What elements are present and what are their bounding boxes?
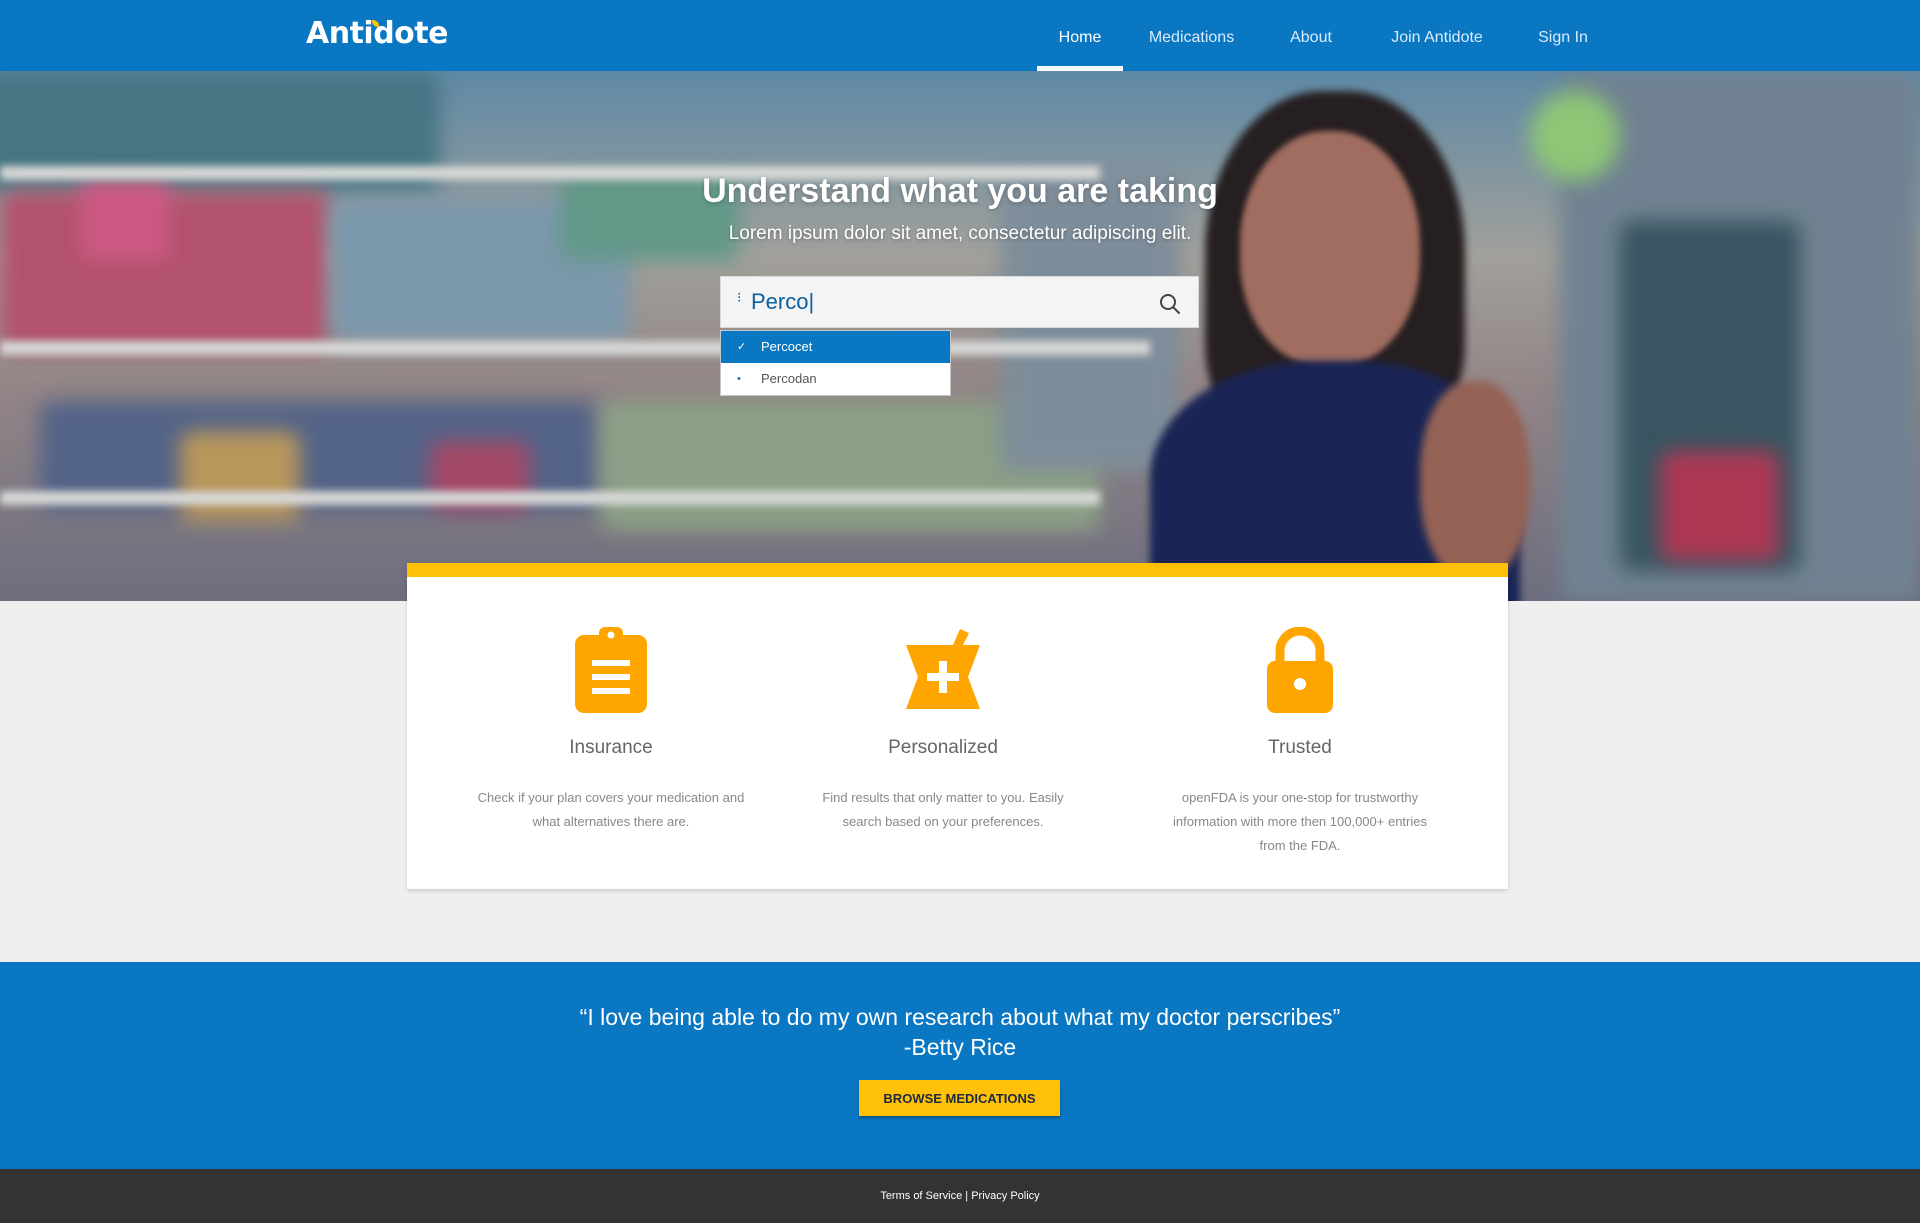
nav-link-about[interactable]: About <box>1260 0 1362 71</box>
nav-link-medications[interactable]: Medications <box>1123 0 1260 71</box>
feature-title: Trusted <box>1268 737 1332 758</box>
nav-link-join[interactable]: Join Antidote <box>1362 0 1512 71</box>
bullet-icon: • <box>737 373 741 385</box>
suggestion-label: Percocet <box>761 339 813 354</box>
feature-title: Personalized <box>888 737 998 758</box>
terms-link[interactable]: Terms of Service <box>880 1190 962 1202</box>
browse-medications-button[interactable]: BROWSE MEDICATIONS <box>859 1080 1060 1116</box>
clipboard-icon <box>575 627 647 713</box>
top-nav: Antidote Home Medications About Join Ant… <box>0 0 1920 71</box>
testimonial-quote: “I love being able to do my own research… <box>579 1004 1341 1030</box>
footer: Terms of Service | Privacy Policy <box>0 1169 1920 1223</box>
mortar-pestle-icon <box>906 629 980 709</box>
testimonial-section: “I love being able to do my own research… <box>0 962 1920 1169</box>
drag-handle-icon: ⁝ <box>737 289 742 305</box>
feature-description: Check if your plan covers your medicatio… <box>477 790 745 829</box>
testimonial-author: -Betty Rice <box>903 1034 1017 1060</box>
search-suggestions: ✓ Percocet • Percodan <box>720 330 951 396</box>
feature-title: Insurance <box>569 737 653 758</box>
privacy-link[interactable]: Privacy Policy <box>971 1190 1039 1202</box>
check-icon: ✓ <box>737 341 747 353</box>
hero-subtitle: Lorem ipsum dolor sit amet, consectetur … <box>728 223 1192 244</box>
suggestion-percodan[interactable]: • Percodan <box>721 363 950 395</box>
search-box: ⁝ <box>720 276 1199 328</box>
hero-section: Understand what you are taking Lorem ips… <box>0 71 1920 601</box>
feature-description: Find results that only matter to you. Ea… <box>822 790 1064 829</box>
lock-icon <box>1267 627 1333 713</box>
feature-description: openFDA is your one-stop for trustworthy… <box>1172 790 1427 853</box>
suggestion-label: Percodan <box>761 371 817 386</box>
suggestion-percocet[interactable]: ✓ Percocet <box>721 331 950 363</box>
nav-link-home[interactable]: Home <box>1037 0 1123 71</box>
features-card: Insurance Check if your plan covers your… <box>407 563 1508 889</box>
search-input[interactable] <box>751 283 1131 321</box>
hero-title: Understand what you are taking <box>702 172 1218 210</box>
nav-links: Home Medications About Join Antidote Sig… <box>1037 0 1614 71</box>
logo[interactable]: Antidote <box>306 16 448 51</box>
nav-link-sign-in[interactable]: Sign In <box>1512 0 1614 71</box>
search-icon[interactable] <box>1158 292 1182 316</box>
footer-separator: | <box>965 1190 969 1202</box>
